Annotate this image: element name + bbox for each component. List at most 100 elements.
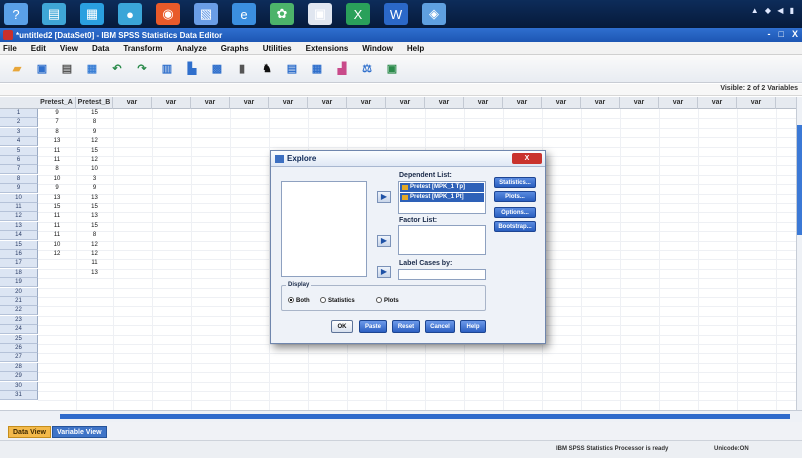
table-cell[interactable] [38, 316, 76, 325]
column-header-var[interactable]: var [698, 97, 737, 109]
row-header[interactable]: 6 [0, 156, 38, 165]
row-header[interactable]: 7 [0, 165, 38, 175]
row-header[interactable]: 24 [0, 325, 38, 335]
table-cell[interactable]: 8 [38, 165, 76, 174]
row-header[interactable]: 25 [0, 334, 38, 344]
table-cell[interactable]: 11 [38, 231, 76, 240]
table-cell[interactable] [38, 288, 76, 297]
row-header[interactable]: 1 [0, 109, 38, 118]
undo-icon[interactable]: ↶ [108, 60, 126, 78]
row-header[interactable]: 14 [0, 231, 38, 241]
excel-icon[interactable]: X [346, 3, 370, 25]
menu-transform[interactable]: Transform [123, 44, 162, 53]
minimize-button[interactable]: - [768, 29, 771, 39]
menu-graphs[interactable]: Graphs [221, 44, 249, 53]
row-header[interactable]: 3 [0, 127, 38, 137]
table-cell[interactable]: 9 [76, 184, 113, 193]
table-cell[interactable] [76, 325, 113, 334]
bootstrap-button[interactable]: Bootstrap... [494, 221, 536, 232]
row-header[interactable]: 16 [0, 250, 38, 259]
row-header[interactable]: 21 [0, 297, 38, 306]
row-header[interactable]: 4 [0, 137, 38, 147]
explorer-icon[interactable]: ▤ [42, 3, 66, 25]
table-cell[interactable] [38, 382, 76, 391]
table-cell[interactable] [38, 391, 76, 400]
column-header-var[interactable]: var [425, 97, 464, 109]
statistics-button[interactable]: Statistics... [494, 177, 536, 188]
menu-analyze[interactable]: Analyze [176, 44, 206, 53]
table-cell[interactable] [38, 278, 76, 287]
table-cell[interactable]: 12 [76, 250, 113, 259]
table-cell[interactable] [76, 363, 113, 372]
table-cell[interactable] [38, 335, 76, 344]
table-cell[interactable]: 9 [76, 128, 113, 137]
table-cell[interactable]: 11 [38, 147, 76, 156]
menu-help[interactable]: Help [407, 44, 424, 53]
table-cell[interactable] [76, 335, 113, 344]
maximize-button[interactable]: □ [779, 29, 784, 39]
table-cell[interactable]: 10 [76, 165, 113, 174]
display-statistics-radio[interactable]: Statistics [320, 297, 355, 304]
paste-button[interactable]: Paste [359, 320, 387, 333]
move-to-dependent-button[interactable]: ▶ [377, 191, 391, 203]
row-header[interactable]: 27 [0, 353, 38, 363]
run-descriptives-icon[interactable]: ▮ [233, 60, 251, 78]
table-cell[interactable]: 15 [76, 147, 113, 156]
table-cell[interactable] [76, 382, 113, 391]
insert-cases-icon[interactable]: ▤ [283, 60, 301, 78]
table-cell[interactable]: 11 [38, 222, 76, 231]
reset-button[interactable]: Reset [392, 320, 420, 333]
column-header-var[interactable]: var [152, 97, 191, 109]
dependent-list[interactable]: Pretest [MPK_1 Tp] Pretest [MPK_1 Pt] [398, 181, 486, 214]
options-button[interactable]: Options... [494, 207, 536, 218]
table-cell[interactable] [38, 344, 76, 353]
menu-extensions[interactable]: Extensions [306, 44, 349, 53]
column-header-var[interactable]: var [269, 97, 308, 109]
table-cell[interactable] [38, 269, 76, 278]
photo-icon[interactable]: ✿ [270, 3, 294, 25]
column-header-var[interactable]: var [464, 97, 503, 109]
table-cell[interactable]: 15 [38, 203, 76, 212]
table-cell[interactable]: 15 [76, 109, 113, 118]
column-header-var[interactable]: var [308, 97, 347, 109]
tab-variable-view[interactable]: Variable View [52, 426, 107, 438]
recall-dialog-icon[interactable]: ▦ [83, 60, 101, 78]
menu-utilities[interactable]: Utilities [263, 44, 292, 53]
chrome-icon[interactable]: ● [118, 3, 142, 25]
weight-cases-icon[interactable]: ⚖ [358, 60, 376, 78]
table-cell[interactable] [38, 353, 76, 362]
table-cell[interactable]: 13 [38, 194, 76, 203]
row-header[interactable]: 9 [0, 184, 38, 194]
vertical-scroll-thumb[interactable] [797, 125, 802, 235]
row-header[interactable]: 8 [0, 174, 38, 184]
row-header[interactable]: 30 [0, 381, 38, 391]
label-cases-field[interactable] [398, 269, 486, 280]
horizontal-scrollbar[interactable] [0, 410, 802, 422]
table-cell[interactable] [76, 344, 113, 353]
system-tray[interactable]: ▲ ◆ ◀ ▮ [751, 6, 796, 15]
row-header[interactable]: 22 [0, 306, 38, 316]
row-header[interactable]: 28 [0, 362, 38, 372]
row-header[interactable]: 29 [0, 372, 38, 382]
column-header-pretest_b[interactable]: Pretest_B [76, 97, 113, 109]
table-cell[interactable]: 11 [38, 212, 76, 221]
table-cell[interactable] [76, 372, 113, 381]
table-cell[interactable]: 12 [76, 137, 113, 146]
goto-variable-icon[interactable]: ▙ [183, 60, 201, 78]
table-cell[interactable] [76, 278, 113, 287]
table-cell[interactable]: 15 [76, 203, 113, 212]
plots-button[interactable]: Plots... [494, 191, 536, 202]
open-icon[interactable]: ▰ [8, 60, 26, 78]
row-header[interactable]: 12 [0, 212, 38, 222]
table-cell[interactable]: 3 [76, 175, 113, 184]
row-header[interactable]: 10 [0, 193, 38, 203]
table-cell[interactable] [38, 259, 76, 268]
display-both-radio[interactable]: Both [288, 297, 310, 304]
column-header-var[interactable]: var [620, 97, 659, 109]
row-header[interactable]: 11 [0, 203, 38, 212]
table-cell[interactable] [76, 288, 113, 297]
table-cell[interactable]: 11 [76, 259, 113, 268]
row-header[interactable]: 31 [0, 391, 38, 400]
row-header[interactable]: 18 [0, 268, 38, 278]
row-header[interactable]: 15 [0, 240, 38, 250]
